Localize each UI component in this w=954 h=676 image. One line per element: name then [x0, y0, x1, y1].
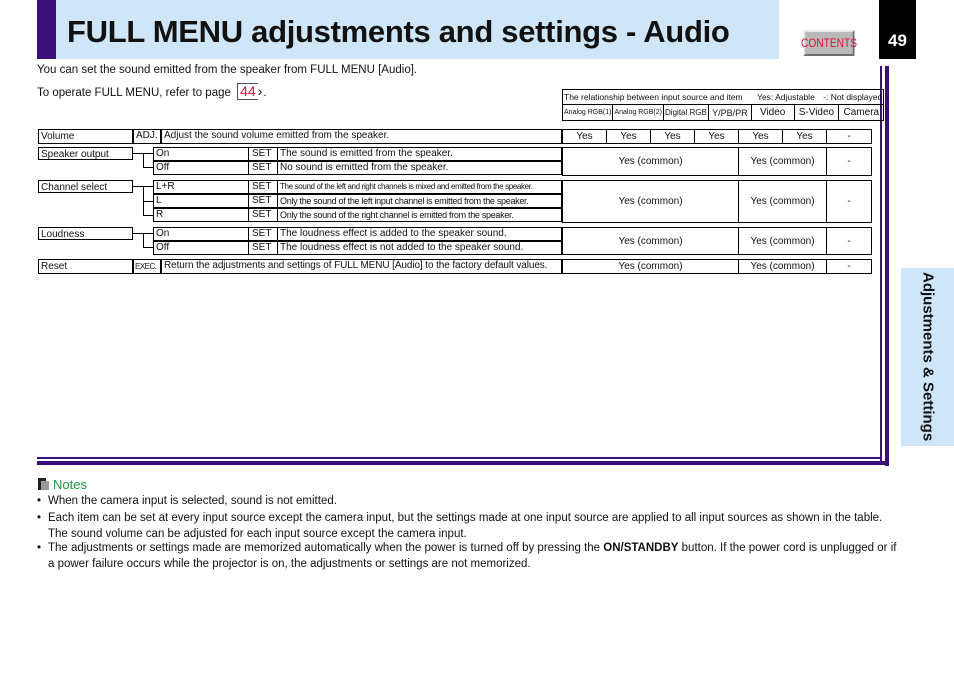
value-cell: Yes [562, 129, 607, 144]
value-cell: Yes (common) [738, 180, 827, 223]
column-header: Analog RGB(1) [561, 104, 614, 121]
intro-suffix: . [263, 87, 267, 99]
value-cell: Yes [650, 129, 695, 144]
chevron-right-icon: › [257, 83, 263, 99]
value-cell: Yes (common) [738, 147, 827, 176]
option-description: The sound is emitted from the speaker. [277, 147, 562, 161]
option-name: On [153, 227, 249, 241]
bullet-icon: • [37, 495, 42, 507]
item-name: Reset [38, 259, 133, 274]
value-cell: Yes (common) [562, 227, 739, 255]
value-cell: - [826, 147, 872, 176]
value-cell: - [826, 180, 872, 223]
item-description: Adjust the sound volume emitted from the… [161, 129, 562, 144]
column-header: S-Video [793, 104, 840, 121]
bullet-icon: • [37, 542, 42, 554]
value-cell: Yes (common) [562, 180, 739, 223]
value-cell: Yes [738, 129, 783, 144]
option-type: SET [248, 241, 278, 255]
frame-divider [37, 457, 882, 459]
tree-connector [143, 153, 144, 168]
item-name: Volume [38, 129, 133, 144]
notes-title: Notes [53, 477, 87, 492]
option-type: SET [248, 208, 278, 222]
option-name: Off [153, 241, 249, 255]
note-text: The adjustments or settings made are mem… [48, 540, 898, 572]
option-description: The loudness effect is added to the spea… [277, 227, 562, 241]
value-cell: Yes [606, 129, 651, 144]
option-description: No sound is emitted from the speaker. [277, 161, 562, 175]
notes-icon [38, 478, 49, 490]
value-cell: Yes (common) [738, 259, 827, 274]
value-cell: Yes (common) [738, 227, 827, 255]
option-type: SET [248, 180, 278, 194]
column-header: Digital RGB [662, 104, 709, 121]
intro-reference-text: To operate FULL MENU, refer to page [37, 87, 231, 99]
value-cell: Yes (common) [562, 259, 739, 274]
column-header: Video [750, 104, 795, 121]
option-type: SET [248, 227, 278, 241]
button-name-emphasis: ON/STANDBY [603, 542, 679, 554]
note-text: When the camera input is selected, sound… [48, 495, 337, 507]
value-cell: - [826, 227, 872, 255]
item-name: Channel select [38, 180, 133, 193]
option-description: The loudness effect is not added to the … [277, 241, 562, 255]
column-header: Y/PB/PR [707, 104, 752, 121]
column-header: Camera [838, 104, 885, 121]
option-name: R [153, 208, 249, 222]
legend-key-dash: -: Not displayed [823, 92, 883, 102]
frame-divider [37, 461, 889, 465]
note-item: • Each item can be set at every input so… [37, 510, 892, 542]
frame-divider [880, 66, 882, 462]
input-source-legend: The relationship between input source an… [561, 89, 885, 121]
tree-connector [143, 233, 144, 248]
option-description: Only the sound of the left input channel… [277, 194, 562, 208]
legend-title: The relationship between input source an… [564, 92, 743, 102]
page-reference-link[interactable]: 44 [237, 83, 258, 100]
value-cell: Yes [694, 129, 739, 144]
note-item: • The adjustments or settings made are m… [37, 540, 896, 572]
legend-title-cell: The relationship between input source an… [561, 89, 885, 105]
option-name: Off [153, 161, 249, 175]
option-type: SET [248, 147, 278, 161]
bullet-icon: • [37, 512, 42, 524]
note-item: • When the camera input is selected, sou… [37, 493, 892, 509]
section-tab-label: Adjustments & Settings [901, 268, 954, 446]
intro-reference: To operate FULL MENU, refer to page 44 ›. [37, 83, 267, 100]
option-name: L+R [153, 180, 249, 194]
header-accent-bar [37, 0, 56, 59]
option-type: SET [248, 161, 278, 175]
legend-key-yes: Yes: Adjustable [756, 92, 815, 102]
note-text: Each item can be set at every input sour… [48, 512, 883, 540]
value-cell: Yes (common) [562, 147, 739, 176]
value-cell: Yes [782, 129, 827, 144]
option-name: L [153, 194, 249, 208]
item-name: Speaker output [38, 147, 133, 160]
section-tab-text: Adjustments & Settings [919, 272, 937, 442]
value-cell: - [826, 259, 872, 274]
intro-text: You can set the sound emitted from the s… [37, 64, 418, 76]
note-text-part: The adjustments or settings made are mem… [48, 542, 604, 554]
option-description: Only the sound of the right channel is e… [277, 208, 562, 222]
contents-button[interactable]: CONTENTS [801, 30, 857, 56]
frame-divider [885, 66, 889, 466]
item-description: Return the adjustments and settings of F… [161, 259, 562, 274]
item-name: Loudness [38, 227, 133, 240]
column-header: Analog RGB(2) [612, 104, 664, 121]
item-type: ADJ. [133, 129, 161, 144]
option-description: The sound of the left and right channels… [277, 180, 562, 194]
page-title: FULL MENU adjustments and settings - Aud… [67, 14, 730, 49]
option-name: On [153, 147, 249, 161]
page-number: 49 [879, 0, 916, 59]
value-cell: - [826, 129, 872, 144]
option-type: SET [248, 194, 278, 208]
item-type: EXEC. [133, 259, 161, 274]
